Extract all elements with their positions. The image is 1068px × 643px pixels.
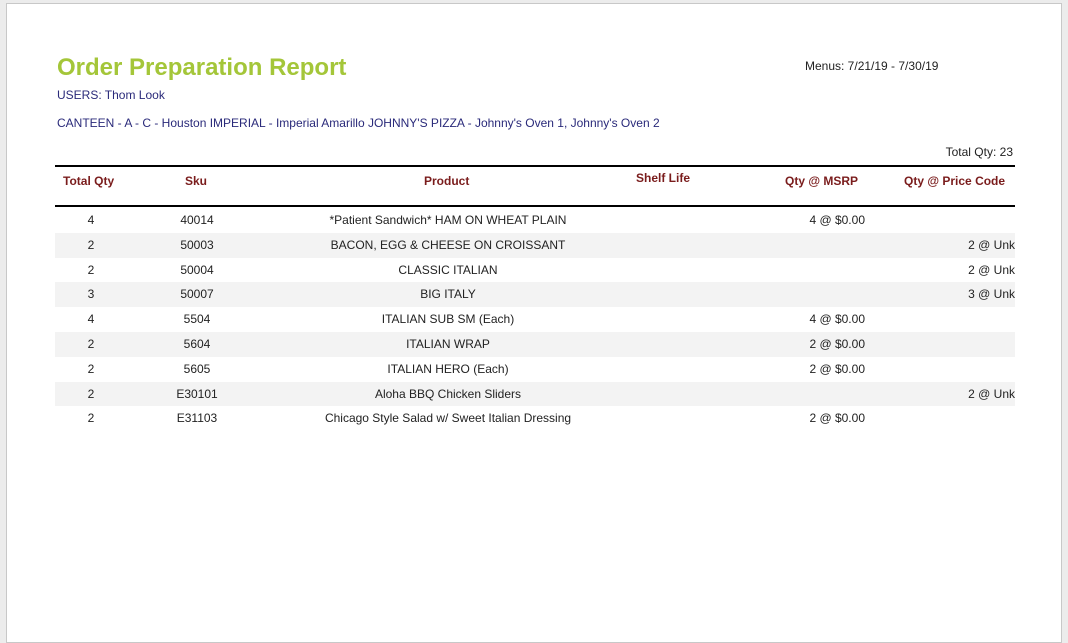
table-row: 2 5604 ITALIAN WRAP 2 @ $0.00: [55, 331, 1015, 357]
cell-product: BACON, EGG & CHEESE ON CROISSANT: [330, 237, 566, 252]
column-header-shelf-life: Shelf Life: [636, 171, 691, 185]
cell-qty-price-code: 2 @ Unk: [968, 237, 1015, 252]
cell-sku: 5504: [183, 312, 211, 327]
cell-qty-price-code: 2 @ Unk: [968, 386, 1015, 401]
column-header-total-qty: Total Qty: [63, 174, 115, 188]
table-row: 2 5605 ITALIAN HERO (Each) 2 @ $0.00: [55, 357, 1015, 382]
cell-total-qty: 2: [87, 361, 95, 376]
cell-total-qty: 2: [87, 336, 95, 351]
report-page: Order Preparation Report USERS: Thom Loo…: [6, 3, 1062, 643]
cell-qty-price-code: 3 @ Unk: [968, 287, 1015, 302]
table-row: 4 5504 ITALIAN SUB SM (Each) 4 @ $0.00: [55, 307, 1015, 332]
report-total-qty: Total Qty: 23: [945, 145, 1013, 159]
cell-sku: 5605: [183, 361, 211, 376]
cell-product: Aloha BBQ Chicken Sliders: [374, 386, 522, 401]
cell-product: *Patient Sandwich* HAM ON WHEAT PLAIN: [329, 213, 567, 227]
cell-qty-price-code: 2 @ Unk: [968, 262, 1015, 277]
cell-sku: 50003: [180, 237, 214, 252]
report-locations: CANTEEN - A - C - Houston IMPERIAL - Imp…: [57, 116, 660, 130]
cell-product: ITALIAN SUB SM (Each): [381, 312, 515, 327]
report-title: Order Preparation Report: [57, 54, 347, 81]
cell-total-qty: 4: [87, 213, 95, 227]
column-header-product: Product: [424, 174, 470, 188]
header-top-rule: [55, 165, 1015, 167]
cell-qty-msrp: 2 @ $0.00: [809, 336, 865, 351]
cell-product: ITALIAN HERO (Each): [387, 361, 509, 376]
table-row: 3 50007 BIG ITALY 3 @ Unk: [55, 282, 1015, 308]
cell-sku: 50007: [180, 287, 214, 302]
report-users: USERS: Thom Look: [57, 88, 165, 102]
column-header-qty-msrp: Qty @ MSRP: [785, 174, 859, 188]
column-header-sku: Sku: [185, 174, 208, 188]
table-row: 2 50004 CLASSIC ITALIAN 2 @ Unk: [55, 258, 1015, 283]
report-menus-date-range: Menus: 7/21/19 - 7/30/19: [805, 59, 939, 73]
table-row: 4 40014 *Patient Sandwich* HAM ON WHEAT PL…: [55, 208, 1015, 233]
cell-qty-msrp: 4 @ $0.00: [809, 213, 865, 227]
cell-total-qty: 2: [87, 262, 95, 277]
cell-total-qty: 4: [87, 312, 95, 327]
cell-product: BIG ITALY: [420, 287, 476, 302]
cell-total-qty: 2: [87, 386, 95, 401]
cell-total-qty: 3: [87, 287, 95, 302]
cell-product: CLASSIC ITALIAN: [398, 262, 498, 277]
cell-sku: 50004: [180, 262, 214, 277]
cell-sku: 40014: [180, 213, 214, 227]
column-header-qty-price-code: Qty @ Price Code: [904, 174, 1006, 188]
table-row: 2 E30101 Aloha BBQ Chicken Sliders 2 @ Unk: [55, 381, 1015, 407]
cell-product: ITALIAN WRAP: [406, 336, 490, 351]
table-row: 2 50003 BACON, EGG & CHEESE ON CROISSANT 2 …: [55, 232, 1015, 258]
table-row: 2 E31103 Chicago Style Salad w/ Sweet Ital…: [55, 406, 1015, 431]
cell-sku: 5604: [183, 336, 211, 351]
header-bottom-rule: [55, 205, 1015, 207]
cell-qty-msrp: 2 @ $0.00: [809, 411, 865, 426]
cell-product: Chicago Style Salad w/ Sweet Italian Dre…: [324, 411, 572, 426]
report-table-body: 4 40014 *Patient Sandwich* HAM ON WHEAT PL…: [55, 208, 1015, 431]
cell-total-qty: 2: [87, 411, 95, 426]
cell-qty-msrp: 4 @ $0.00: [809, 312, 865, 327]
cell-sku: E31103: [176, 411, 218, 426]
cell-qty-msrp: 2 @ $0.00: [809, 361, 865, 376]
cell-total-qty: 2: [87, 237, 95, 252]
cell-sku: E30101: [176, 386, 218, 401]
